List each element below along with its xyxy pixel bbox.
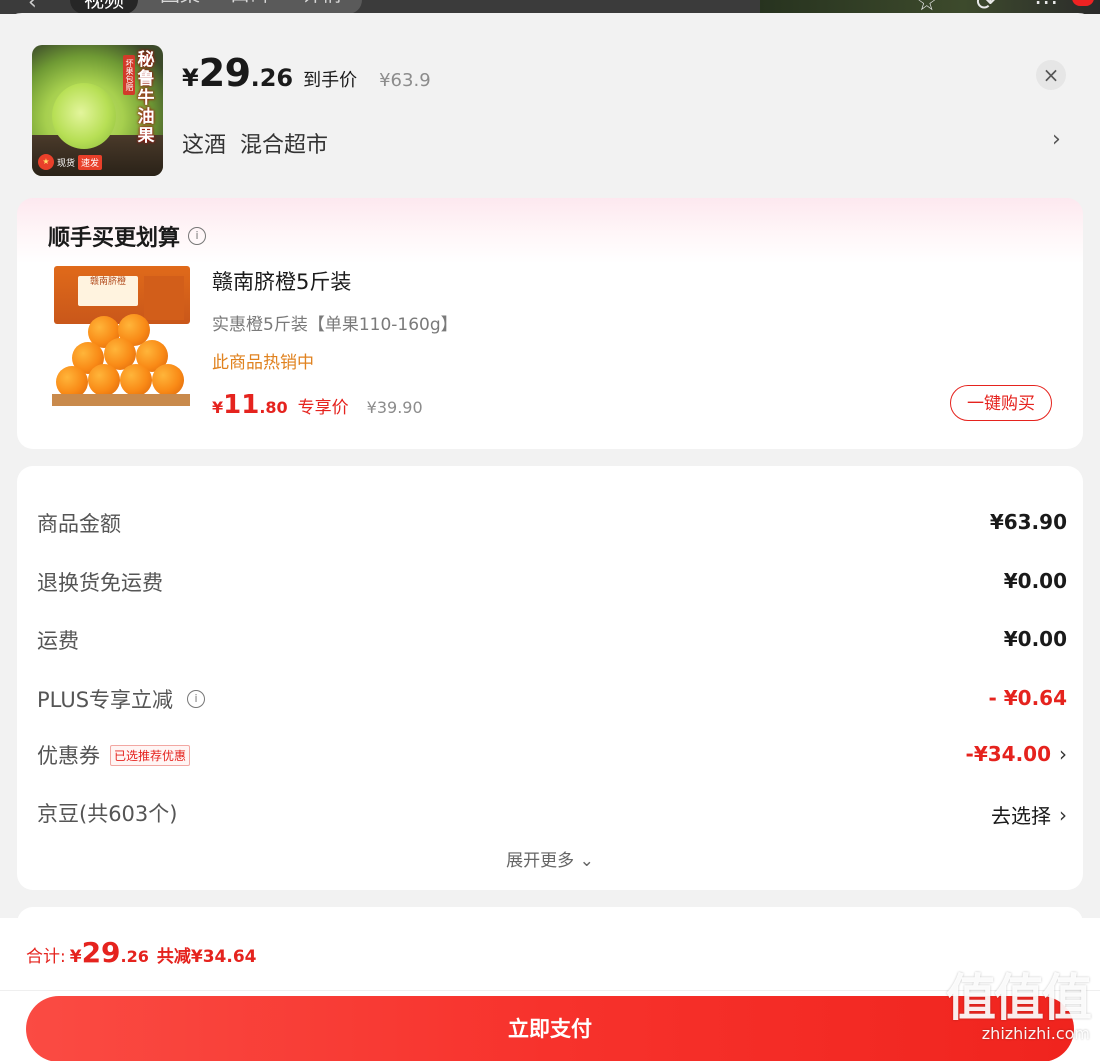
share-icon: ⟳ <box>976 0 997 14</box>
divider <box>0 990 1100 991</box>
selected-variant[interactable]: 这酒 混合超市 <box>182 127 328 159</box>
pay-now-button[interactable]: 立即支付 <box>26 996 1074 1061</box>
close-button[interactable]: × <box>1036 60 1066 90</box>
price-breakdown: 商品金额 ¥63.90 退换货免运费 ¥0.00 运费 ¥0.00 PLUS专享… <box>17 466 1083 890</box>
upsell-product-spec: 实惠橙5斤装【单果110-160g】 <box>212 315 458 335</box>
info-icon[interactable]: i <box>188 227 207 245</box>
tab-video: 视频 <box>70 0 138 14</box>
upsell-title: 顺手买更划算 i <box>48 220 207 252</box>
coupon-recommended-badge: 已选推荐优惠 <box>110 744 191 766</box>
breakdown-row-shipping: 运费 ¥0.00 <box>37 627 1067 653</box>
upsell-product-image[interactable]: 赣南脐橙 <box>48 264 190 410</box>
expand-more-button[interactable]: 展开更多 ⌄ <box>17 846 1083 871</box>
upsell-product-name[interactable]: 赣南脐橙5斤装 <box>212 266 351 296</box>
breakdown-row-plus-discount: PLUS专享立减 i - ¥0.64 <box>37 686 1067 712</box>
product-header: 坏果包赔 秘 鲁 牛 油 果 ★ 现货 速发 ¥ 29 .26 到手价 ¥63.… <box>0 13 1100 195</box>
thumb-guarantee-tag: 坏果包赔 <box>123 55 135 95</box>
breakdown-row-coupon[interactable]: 优惠券 已选推荐优惠 -¥34.00 › <box>37 734 1067 774</box>
info-icon[interactable]: i <box>187 690 206 708</box>
tab-gallery: 图集 <box>160 0 200 7</box>
tab-details: 详情 <box>302 0 342 7</box>
upsell-price: ¥ 11 .80 专享价 ¥39.90 <box>212 390 423 420</box>
star-icon: ☆ <box>916 0 938 14</box>
product-thumbnail: 坏果包赔 秘 鲁 牛 油 果 ★ 现货 速发 <box>32 45 163 176</box>
breakdown-row-goods-amount: 商品金额 ¥63.90 <box>37 510 1067 536</box>
upsell-hot-label: 此商品热销中 <box>212 353 314 373</box>
thumb-badges: ★ 现货 速发 <box>38 154 103 170</box>
breakdown-row-return-shipping: 退换货免运费 ¥0.00 <box>37 569 1067 595</box>
chevron-right-icon: › <box>1059 742 1067 766</box>
tab-reviews: 口碑 <box>230 0 270 7</box>
checkout-sheet: 坏果包赔 秘 鲁 牛 油 果 ★ 现货 速发 ¥ 29 .26 到手价 ¥63.… <box>0 13 1100 1061</box>
box-label: 赣南脐橙 <box>78 276 138 306</box>
total-savings: 共减¥34.64 <box>156 947 257 967</box>
thumb-title: 秘 鲁 牛 油 果 <box>137 50 155 146</box>
upsell-original-price: ¥39.90 <box>366 398 423 417</box>
breakdown-row-jingdou[interactable]: 京豆(共603个) 去选择 › <box>37 792 1067 832</box>
upsell-card: 顺手买更划算 i 赣南脐橙 赣南脐橙5斤装 实惠橙5斤装【单果110-160g】 … <box>17 198 1083 449</box>
checkout-footer: 合计: ¥ 29 .26 共减¥34.64 立即支付 <box>0 918 1100 1061</box>
final-price: ¥ 29 .26 到手价 ¥63.9 <box>182 51 431 95</box>
back-icon: ‹ <box>28 0 37 14</box>
chevron-down-icon: ⌄ <box>579 851 594 871</box>
thumb-badge-icon: ★ <box>38 154 54 170</box>
original-price: ¥63.9 <box>379 70 431 91</box>
final-price-label: 到手价 <box>303 70 358 91</box>
more-icon: ⋯ <box>1034 0 1058 14</box>
chevron-right-icon: › <box>1059 802 1067 827</box>
background-app-strip: ‹ 视频 图集 口碑 详情 ☆ ⟳ ⋯ <box>0 0 1100 14</box>
upsell-price-label: 专享价 <box>297 398 349 418</box>
total-price: 合计: ¥ 29 .26 共减¥34.64 <box>26 936 257 969</box>
media-tabs: 视频 图集 口碑 详情 <box>70 0 362 14</box>
chevron-right-icon[interactable]: › <box>1052 127 1061 152</box>
one-click-buy-button[interactable]: 一键购买 <box>950 385 1052 421</box>
